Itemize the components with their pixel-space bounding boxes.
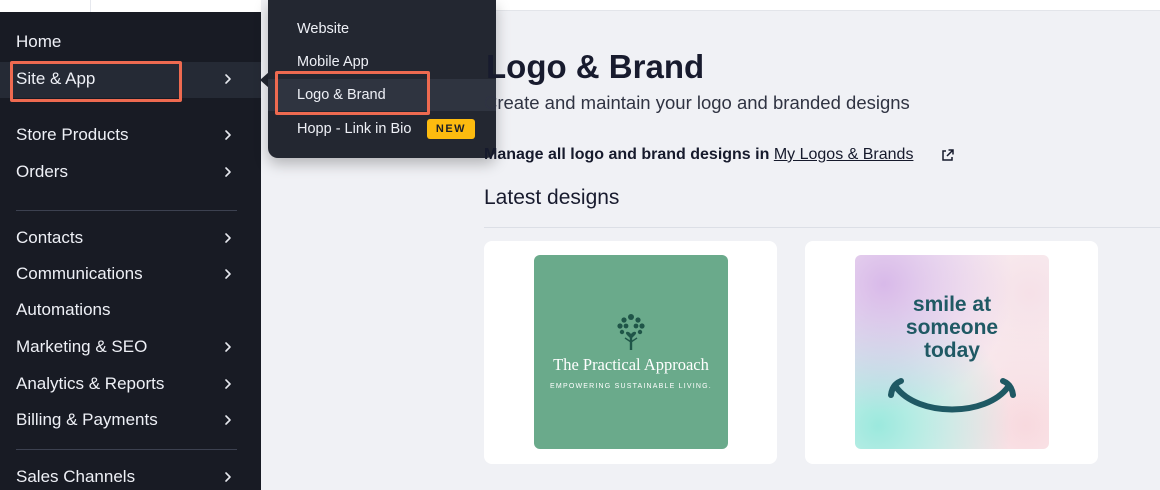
sidebar-item-label: Site & App [16, 69, 96, 88]
chevron-right-icon [225, 167, 231, 177]
chevron-right-icon [225, 415, 231, 425]
latest-designs-title: Latest designs [484, 186, 620, 209]
section-divider [484, 227, 1160, 228]
sidebar-item-communications[interactable]: Communications [0, 257, 261, 293]
design-thumbnail: smile at someone today [855, 255, 1049, 449]
sidebar-item-contacts[interactable]: Contacts [0, 221, 261, 257]
top-bar-left [0, 0, 261, 12]
design-thumbnail: The Practical Approach EMPOWERING SUSTAI… [534, 255, 728, 449]
sidebar-item-label: Store Products [16, 125, 129, 144]
design-tagline: EMPOWERING SUSTAINABLE LIVING. [550, 383, 712, 390]
page-title: Logo & Brand [486, 48, 705, 85]
site-app-submenu: Website Mobile App Logo & Brand Hopp - L… [268, 0, 496, 158]
sidebar-item-label: Sales Channels [16, 467, 136, 486]
submenu-item-label: Hopp - Link in Bio [297, 121, 412, 137]
external-link-icon[interactable] [940, 148, 955, 163]
chevron-right-icon [225, 269, 231, 279]
submenu-item-hopp-link-in-bio[interactable]: Hopp - Link in Bio NEW [268, 113, 496, 145]
submenu-item-label: Website [297, 21, 350, 37]
design-card[interactable]: smile at someone today [805, 241, 1098, 464]
sidebar-item-sales-channels[interactable]: Sales Channels [0, 460, 261, 490]
chevron-right-icon [225, 233, 231, 243]
sidebar: Home Site & App Store Products Orders Co… [0, 12, 261, 490]
sidebar-item-label: Home [16, 32, 62, 51]
submenu-item-website[interactable]: Website [268, 13, 496, 45]
sidebar-item-label: Billing & Payments [16, 410, 158, 429]
chevron-right-icon [225, 472, 231, 482]
submenu-item-label: Mobile App [297, 54, 369, 70]
chevron-right-icon [225, 130, 231, 140]
submenu-item-mobile-app[interactable]: Mobile App [268, 46, 496, 78]
sidebar-item-label: Orders [16, 162, 68, 181]
top-bar-right [496, 0, 1160, 11]
sidebar-item-store-products[interactable]: Store Products [0, 118, 261, 154]
chevron-right-icon [225, 74, 231, 84]
chevron-right-icon [225, 379, 231, 389]
sidebar-item-label: Communications [16, 264, 143, 283]
sidebar-item-home[interactable]: Home [0, 25, 261, 61]
tree-icon [617, 314, 645, 350]
submenu-item-logo-brand[interactable]: Logo & Brand [268, 79, 496, 111]
smile-icon [888, 378, 1016, 413]
sidebar-divider [16, 210, 237, 211]
chevron-right-icon [225, 342, 231, 352]
submenu-item-label: Logo & Brand [297, 87, 386, 103]
new-badge: NEW [427, 119, 475, 139]
sidebar-divider [16, 449, 237, 450]
design-slogan-line: smile at [912, 293, 992, 316]
top-bar-divider [90, 0, 91, 12]
page-subtitle: Create and maintain your logo and brande… [484, 92, 910, 113]
sidebar-item-analytics-reports[interactable]: Analytics & Reports [0, 367, 261, 403]
manage-designs-text: Manage all logo and brand designs in [484, 146, 770, 163]
design-slogan: smile at someone today [855, 293, 1049, 362]
sidebar-item-orders[interactable]: Orders [0, 155, 261, 191]
sidebar-item-label: Analytics & Reports [16, 374, 165, 393]
sidebar-item-label: Contacts [16, 228, 84, 247]
design-card[interactable]: The Practical Approach EMPOWERING SUSTAI… [484, 241, 777, 464]
design-brand-name: The Practical Approach [553, 355, 709, 374]
manage-designs-line: Manage all logo and brand designs in My … [484, 146, 913, 164]
sidebar-item-label: Automations [16, 300, 111, 319]
sidebar-item-site-app[interactable]: Site & App [0, 62, 261, 98]
sidebar-item-billing-payments[interactable]: Billing & Payments [0, 403, 261, 439]
design-slogan-line: today [923, 339, 980, 362]
my-logos-brands-link[interactable]: My Logos & Brands [774, 146, 914, 163]
sidebar-item-label: Marketing & SEO [16, 337, 148, 356]
sidebar-item-marketing-seo[interactable]: Marketing & SEO [0, 330, 261, 366]
design-slogan-line: someone [905, 316, 999, 339]
sidebar-item-automations[interactable]: Automations [0, 293, 261, 329]
